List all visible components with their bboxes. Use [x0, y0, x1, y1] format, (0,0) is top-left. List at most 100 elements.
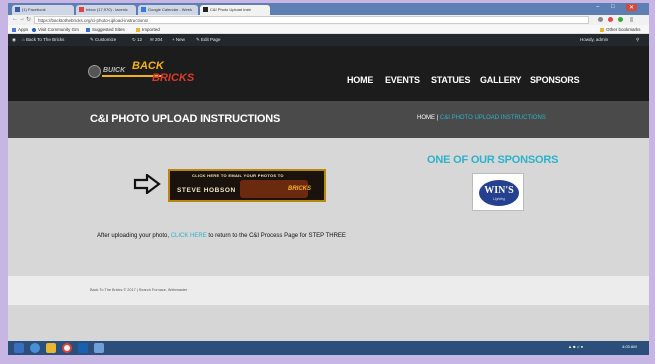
admin-item-label: 204 [155, 37, 163, 42]
maximize-icon[interactable]: □ [611, 4, 615, 10]
folder-icon[interactable] [46, 343, 56, 353]
bookmark-label: Suggested Sites [92, 27, 125, 32]
start-icon[interactable] [14, 343, 24, 353]
breadcrumb-current: C&I PHOTO UPLOAD INSTRUCTIONS [439, 115, 546, 121]
nav-sponsors[interactable]: SPONSORS [530, 75, 580, 85]
sponsor-tagline: Lighting [492, 197, 506, 201]
admin-item-edit-page[interactable]: ✎ Edit Page [196, 37, 221, 43]
bookmark-label: Other bookmarks [606, 27, 641, 32]
mail-icon [79, 7, 84, 13]
breadcrumb: HOME | C&I PHOTO UPLOAD INSTRUCTIONS [417, 115, 546, 121]
sponsor-heading: ONE OF OUR SPONSORS [427, 154, 559, 166]
close-icon[interactable]: ✕ [626, 4, 638, 11]
admin-item-label: Back To The Bricks [25, 37, 65, 42]
logo-word-back: BACK [132, 60, 164, 72]
tab-label: C&I Photo Upload Instr [210, 7, 251, 12]
instruction-after: to return to the C&I Process Page for ST… [206, 233, 346, 239]
logo-word-buick: BUICK [103, 67, 126, 74]
tab-label: Inbox (17,970) - lacenic [86, 7, 128, 12]
admin-item-updates[interactable]: ↻ 12 [132, 37, 142, 43]
facebook-icon [15, 7, 20, 13]
page-title: C&I PHOTO UPLOAD INSTRUCTIONS [90, 113, 281, 125]
windows-taskbar: ▲ ■ ♫ ● 4:03 AM [8, 341, 649, 355]
tab-facebook[interactable]: (1) Facebook [12, 5, 74, 15]
extension-icon[interactable] [608, 17, 613, 22]
bookmark-imported[interactable]: Imported [136, 27, 160, 32]
browser-tab-bar: (1) Facebook Inbox (17,970) - lacenic Go… [8, 3, 649, 15]
bookmark-apps[interactable]: Apps [12, 27, 28, 32]
sponsor-logo[interactable]: WIN'S Lighting [472, 173, 524, 211]
apps-icon [12, 27, 16, 32]
address-bar: ← → ↻ https://backtothebricks.org/ci-pho… [8, 15, 649, 25]
url-input[interactable]: https://backtothebricks.org/ci-photo-upl… [34, 16, 589, 24]
minimize-icon[interactable]: – [596, 4, 599, 10]
chrome-icon[interactable] [62, 343, 72, 353]
menu-icon[interactable] [630, 17, 633, 22]
folder-icon [136, 27, 140, 32]
bookmarks-bar: Apps Visit Community Gm Suggested Sites … [8, 25, 649, 34]
tab-label: Google Calendar - Week [148, 7, 192, 12]
howdy-label: Howdy, admin [580, 37, 609, 42]
extension-icon[interactable] [598, 17, 603, 22]
logo-word-bricks: BRICKS [152, 72, 195, 84]
back-icon[interactable]: ← [12, 16, 18, 22]
bookmark-label: Visit Community Gm [38, 27, 79, 32]
extension-icon[interactable] [618, 17, 623, 22]
system-tray-icons[interactable]: ▲ ■ ♫ ● [568, 344, 583, 349]
photoshop-icon[interactable] [78, 343, 88, 353]
ie-icon[interactable] [30, 343, 40, 353]
admin-howdy[interactable]: Howdy, admin [580, 37, 608, 42]
wordpress-icon[interactable]: ◉ [12, 37, 16, 43]
site-footer: Back To The Bricks © 2017 | Search Furna… [8, 276, 649, 305]
instruction-text: After uploading your photo, CLICK HERE t… [97, 233, 346, 239]
reload-icon[interactable]: ↻ [26, 16, 31, 23]
bookmark-label: Apps [18, 27, 29, 32]
email-photos-banner[interactable]: CLICK HERE TO EMAIL YOUR PHOTOS TO STEVE… [168, 169, 326, 202]
instruction-before: After uploading your photo, [97, 233, 171, 239]
app-icon[interactable] [94, 343, 104, 353]
tab-calendar[interactable]: Google Calendar - Week [138, 5, 198, 15]
admin-search-icon[interactable]: ⚲ [636, 37, 639, 43]
banner-logo-mark: BRICKS [288, 186, 312, 192]
buick-badge-icon [88, 65, 101, 78]
admin-item-label: Edit Page [201, 37, 221, 42]
return-link[interactable]: CLICK HERE [171, 233, 207, 239]
admin-item-new[interactable]: + New [172, 37, 185, 42]
banner-heading: CLICK HERE TO EMAIL YOUR PHOTOS TO [192, 173, 284, 178]
globe-icon [32, 27, 36, 32]
photo-frame: (1) Facebook Inbox (17,970) - lacenic Go… [0, 0, 655, 364]
bookmark-label: Imported [142, 27, 160, 32]
tab-active-page[interactable]: C&I Photo Upload Instr [200, 5, 270, 15]
clock: 4:03 AM [622, 344, 637, 349]
admin-item-label: Customize [95, 37, 117, 42]
ie-icon [86, 27, 90, 32]
banner-name: STEVE HOBSON [177, 187, 236, 194]
site-header: BUICK BACK BRICKS HOME EVENTS STATUES GA… [8, 46, 649, 101]
right-arrow-icon [133, 174, 161, 194]
tab-label: (1) Facebook [22, 7, 46, 12]
admin-item-label: 12 [137, 37, 143, 42]
nav-home[interactable]: HOME [347, 75, 373, 85]
page-title-band: C&I PHOTO UPLOAD INSTRUCTIONS HOME | C&I… [8, 101, 649, 138]
admin-item-site[interactable]: ⌂ Back To The Bricks [22, 37, 64, 42]
monitor-screen: (1) Facebook Inbox (17,970) - lacenic Go… [8, 3, 649, 355]
main-content: CLICK HERE TO EMAIL YOUR PHOTOS TO STEVE… [8, 138, 649, 276]
admin-item-comments[interactable]: ✉ 204 [150, 37, 163, 43]
site-logo[interactable]: BUICK BACK BRICKS [88, 58, 206, 88]
nav-events[interactable]: EVENTS [385, 75, 420, 85]
calendar-icon [141, 7, 146, 13]
site-favicon-icon [203, 7, 208, 13]
nav-gallery[interactable]: GALLERY [480, 75, 521, 85]
admin-item-customize[interactable]: ✎ Customize [90, 37, 116, 43]
bookmark-suggested[interactable]: Suggested Sites [86, 27, 125, 32]
breadcrumb-home[interactable]: HOME [417, 115, 435, 121]
nav-statues[interactable]: STATUES [431, 75, 470, 85]
bookmark-community[interactable]: Visit Community Gm [32, 27, 79, 32]
admin-item-label: New [175, 37, 185, 42]
folder-icon [600, 27, 604, 32]
wordpress-admin-bar: ◉ ⌂ Back To The Bricks ✎ Customize ↻ 12 … [8, 34, 649, 46]
tab-inbox[interactable]: Inbox (17,970) - lacenic [76, 5, 136, 15]
footer-copyright: Back To The Bricks © 2017 | Search Furna… [90, 288, 188, 292]
forward-icon[interactable]: → [19, 16, 25, 22]
bookmark-other[interactable]: Other bookmarks [600, 27, 641, 32]
